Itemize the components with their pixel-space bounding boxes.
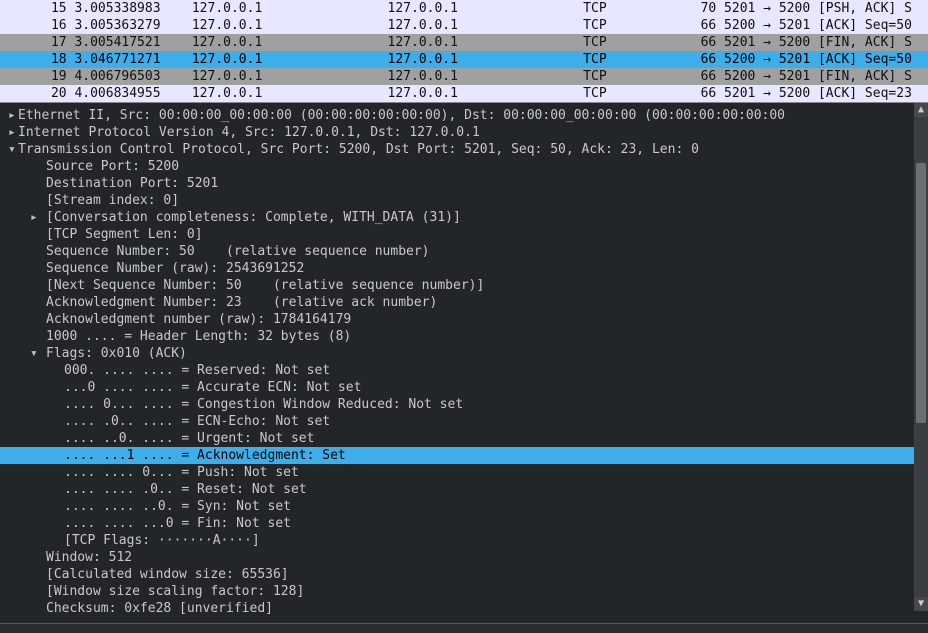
tcp-destination-port[interactable]: Destination Port: 5201 (0, 175, 928, 192)
tcp-seq[interactable]: Sequence Number: 50 (relative sequence n… (0, 243, 928, 260)
tcp-window-scaling-factor[interactable]: [Window size scaling factor: 128] (0, 583, 928, 600)
tcp-checksum[interactable]: Checksum: 0xfe28 [unverified] (0, 600, 928, 617)
packet-details-pane[interactable]: ▸Ethernet II, Src: 00:00:00_00:00:00 (00… (0, 103, 928, 623)
flag-reserved[interactable]: 000. .... .... = Reserved: Not set (0, 362, 928, 379)
packet-row-20[interactable]: 20 4.006834955 127.0.0.1 127.0.0.1 TCP 6… (0, 85, 928, 102)
chevron-down-icon: ▾ (8, 141, 16, 158)
flag-cwr[interactable]: .... 0... .... = Congestion Window Reduc… (0, 396, 928, 413)
flag-fin[interactable]: .... .... ...0 = Fin: Not set (0, 515, 928, 532)
tcp-segment-len[interactable]: [TCP Segment Len: 0] (0, 226, 928, 243)
tcp-ack-raw[interactable]: Acknowledgment number (raw): 1784164179 (0, 311, 928, 328)
ip-header-row[interactable]: ▸Internet Protocol Version 4, Src: 127.0… (0, 124, 928, 141)
flag-push[interactable]: .... .... 0... = Push: Not set (0, 464, 928, 481)
tcp-source-port[interactable]: Source Port: 5200 (0, 158, 928, 175)
vertical-scrollbar[interactable]: ▲ ▼ (914, 103, 928, 611)
tcp-calculated-window-size[interactable]: [Calculated window size: 65536] (0, 566, 928, 583)
tcp-stream-index[interactable]: [Stream index: 0] (0, 192, 928, 209)
chevron-down-icon: ▾ (30, 345, 38, 362)
tcp-window[interactable]: Window: 512 (0, 549, 928, 566)
packet-row-19[interactable]: 19 4.006796503 127.0.0.1 127.0.0.1 TCP 6… (0, 68, 928, 85)
tcp-seq-raw[interactable]: Sequence Number (raw): 2543691252 (0, 260, 928, 277)
flag-ack[interactable]: .... ...1 .... = Acknowledgment: Set (0, 447, 928, 464)
flag-reset[interactable]: .... .... .0.. = Reset: Not set (0, 481, 928, 498)
chevron-right-icon: ▸ (30, 209, 38, 226)
packet-list-pane[interactable]: 15 3.005338983 127.0.0.1 127.0.0.1 TCP 7… (0, 0, 928, 103)
scroll-up-button[interactable]: ▲ (914, 103, 928, 117)
tcp-header-length[interactable]: 1000 .... = Header Length: 32 bytes (8) (0, 328, 928, 345)
packet-row-15[interactable]: 15 3.005338983 127.0.0.1 127.0.0.1 TCP 7… (0, 0, 928, 17)
flag-syn[interactable]: .... .... ..0. = Syn: Not set (0, 498, 928, 515)
chevron-right-icon: ▸ (8, 124, 16, 141)
packet-row-16[interactable]: 16 3.005363279 127.0.0.1 127.0.0.1 TCP 6… (0, 17, 928, 34)
flag-ecn-echo[interactable]: .... .0.. .... = ECN-Echo: Not set (0, 413, 928, 430)
tcp-flags-string[interactable]: [TCP Flags: ·······A····] (0, 532, 928, 549)
flag-urgent[interactable]: .... ..0. .... = Urgent: Not set (0, 430, 928, 447)
eth-header-row[interactable]: ▸Ethernet II, Src: 00:00:00_00:00:00 (00… (0, 107, 928, 124)
scroll-thumb[interactable] (916, 163, 926, 423)
tcp-next-seq[interactable]: [Next Sequence Number: 50 (relative sequ… (0, 277, 928, 294)
flag-accurate-ecn[interactable]: ...0 .... .... = Accurate ECN: Not set (0, 379, 928, 396)
tcp-conversation-completeness[interactable]: ▸[Conversation completeness: Complete, W… (0, 209, 928, 226)
packet-row-17[interactable]: 17 3.005417521 127.0.0.1 127.0.0.1 TCP 6… (0, 34, 928, 51)
tcp-flags-row[interactable]: ▾Flags: 0x010 (ACK) (0, 345, 928, 362)
scroll-down-button[interactable]: ▼ (914, 597, 928, 611)
tcp-ack[interactable]: Acknowledgment Number: 23 (relative ack … (0, 294, 928, 311)
pane-separator[interactable] (0, 623, 928, 633)
packet-row-18[interactable]: 18 3.046771271 127.0.0.1 127.0.0.1 TCP 6… (0, 51, 928, 68)
tcp-header-row[interactable]: ▾Transmission Control Protocol, Src Port… (0, 141, 928, 158)
chevron-right-icon: ▸ (8, 107, 16, 124)
